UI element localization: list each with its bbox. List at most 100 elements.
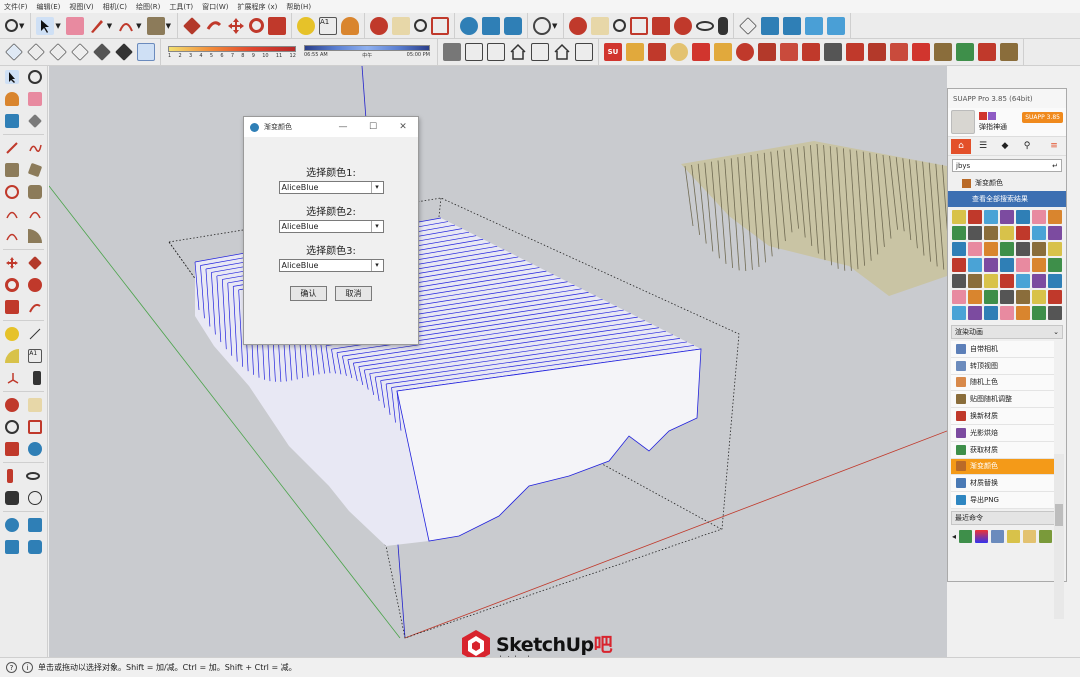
dimension-icon[interactable] — [28, 327, 42, 341]
eraser-icon[interactable] — [28, 92, 43, 106]
list-item[interactable]: 自带相机 — [951, 341, 1054, 358]
plugin-tool-icon[interactable] — [1016, 242, 1030, 256]
list-icon[interactable]: ☰ — [973, 139, 993, 154]
chevron-down-icon[interactable]: ▼ — [19, 22, 24, 30]
view-all-results[interactable]: 查看全部搜索结果 — [948, 191, 1066, 207]
version-badge[interactable]: SUAPP 3.85 — [1022, 112, 1063, 123]
zoom-extents-icon[interactable] — [4, 442, 19, 456]
panel-search-input[interactable]: jbys ↵ — [952, 159, 1062, 172]
text-icon[interactable]: A1 — [318, 16, 337, 35]
plugin-icon[interactable] — [1000, 43, 1018, 61]
plugin-tool-icon[interactable] — [1016, 290, 1030, 304]
plugin-tool-icon[interactable] — [968, 258, 982, 272]
plugin-tool-icon[interactable] — [1048, 290, 1062, 304]
plugin-tool-icon[interactable] — [952, 306, 966, 320]
plugin-icon[interactable] — [934, 43, 952, 61]
wireframe-icon[interactable] — [49, 43, 67, 61]
plugin-icon[interactable] — [780, 43, 798, 61]
previous-view-icon[interactable] — [28, 442, 43, 456]
plugin-icon[interactable] — [846, 43, 864, 61]
rotate-icon[interactable] — [4, 278, 19, 292]
plugin-icon[interactable] — [736, 43, 754, 61]
recent-tool-icon[interactable] — [991, 529, 1005, 543]
chevron-down-icon[interactable]: ▼ — [166, 22, 171, 30]
pencil-icon[interactable] — [28, 114, 43, 128]
plugin-icon[interactable] — [978, 43, 996, 61]
plugin-tool-icon[interactable] — [984, 210, 998, 224]
plugin-tool-icon[interactable] — [952, 274, 966, 288]
extension-warehouse-icon[interactable] — [28, 518, 43, 532]
rectangle-icon[interactable] — [146, 16, 165, 35]
zoom-extents-icon[interactable] — [652, 16, 671, 35]
plugin-tool-icon[interactable] — [1016, 306, 1030, 320]
plugin-tool-icon[interactable] — [984, 290, 998, 304]
user-account-icon[interactable] — [532, 16, 551, 35]
chevron-down-icon[interactable]: ▾ — [370, 260, 383, 271]
rotate-icon[interactable] — [248, 18, 264, 33]
scrollbar-thumb[interactable] — [1055, 504, 1063, 526]
monochrome-icon[interactable] — [137, 43, 155, 61]
move-icon[interactable] — [5, 256, 19, 270]
menu-icon[interactable]: ≡ — [1044, 139, 1064, 154]
chevron-down-icon[interactable]: ▼ — [136, 22, 141, 30]
lasso-icon[interactable] — [28, 70, 43, 84]
plugin-tool-icon[interactable] — [1032, 226, 1046, 240]
list-item[interactable]: 光影烘焙 — [951, 424, 1054, 442]
zoom-icon[interactable] — [413, 19, 427, 32]
chevron-down-icon[interactable]: ▼ — [552, 22, 557, 30]
orbit-icon[interactable] — [569, 16, 588, 35]
plugin-tool-icon[interactable] — [952, 226, 966, 240]
plugin-tool-icon[interactable] — [1048, 274, 1062, 288]
plugin-tool-icon[interactable] — [1000, 210, 1014, 224]
orbit-icon[interactable] — [369, 16, 388, 35]
recent-tool-icon[interactable] — [959, 529, 973, 543]
iso-view-icon[interactable] — [443, 43, 461, 61]
textured-icon[interactable] — [115, 43, 133, 61]
plugin-tool-icon[interactable] — [952, 290, 966, 304]
freehand-icon[interactable] — [28, 141, 42, 155]
modeling-viewport[interactable] — [49, 66, 947, 657]
chevron-down-icon[interactable]: ▾ — [370, 221, 383, 232]
hidden-line-icon[interactable] — [71, 43, 89, 61]
push-pull-icon[interactable] — [28, 256, 43, 270]
search-icon[interactable]: ⚲ — [1017, 139, 1037, 154]
tape-measure-icon[interactable] — [4, 327, 19, 341]
plugin-tool-icon[interactable] — [1048, 226, 1062, 240]
zoom-window-icon[interactable] — [630, 16, 649, 35]
plugin-tool-icon[interactable] — [1032, 258, 1046, 272]
back-view-icon[interactable] — [531, 43, 549, 61]
plugin-tool-icon[interactable] — [1032, 274, 1046, 288]
chevron-down-icon[interactable]: ⌄ — [1053, 328, 1059, 336]
component-icon[interactable] — [4, 114, 19, 128]
plugin-tool-icon[interactable] — [984, 242, 998, 256]
plugin-tool-icon[interactable] — [984, 226, 998, 240]
plugin-tool-icon[interactable] — [968, 290, 982, 304]
polygon-icon[interactable] — [28, 185, 43, 199]
menu-help[interactable]: 帮助(H) — [286, 2, 311, 12]
menu-camera[interactable]: 相机(C) — [103, 2, 127, 12]
standard-view-icon[interactable] — [739, 16, 758, 35]
layout-icon[interactable] — [4, 540, 19, 554]
plugin-tool-icon[interactable] — [1016, 274, 1030, 288]
menu-window[interactable]: 窗口(W) — [202, 2, 228, 12]
recent-tool-icon[interactable] — [1039, 529, 1053, 543]
front-view-icon[interactable] — [487, 43, 505, 61]
list-item[interactable]: 贴图随机调整 — [951, 391, 1054, 409]
maximize-button[interactable]: ☐ — [358, 122, 388, 132]
move-icon[interactable] — [227, 17, 245, 35]
plugin-tool-icon[interactable] — [968, 210, 982, 224]
list-item[interactable]: 获取材质 — [951, 441, 1054, 459]
right-view-icon[interactable] — [827, 16, 846, 35]
chevron-down-icon[interactable]: ▾ — [370, 182, 383, 193]
plugin-icon[interactable] — [714, 43, 732, 61]
list-item[interactable]: 转顶视图 — [951, 357, 1054, 375]
menu-file[interactable]: 文件(F) — [4, 2, 28, 12]
scale-icon[interactable] — [4, 300, 19, 314]
plugin-tool-icon[interactable] — [1000, 306, 1014, 320]
close-button[interactable]: ✕ — [388, 122, 418, 132]
circle-icon[interactable] — [4, 185, 19, 199]
plugin-tool-icon[interactable] — [1000, 274, 1014, 288]
extension-manager-icon[interactable] — [28, 540, 43, 554]
extension-warehouse-icon[interactable] — [481, 16, 500, 35]
recent-tool-icon[interactable] — [1007, 529, 1021, 543]
